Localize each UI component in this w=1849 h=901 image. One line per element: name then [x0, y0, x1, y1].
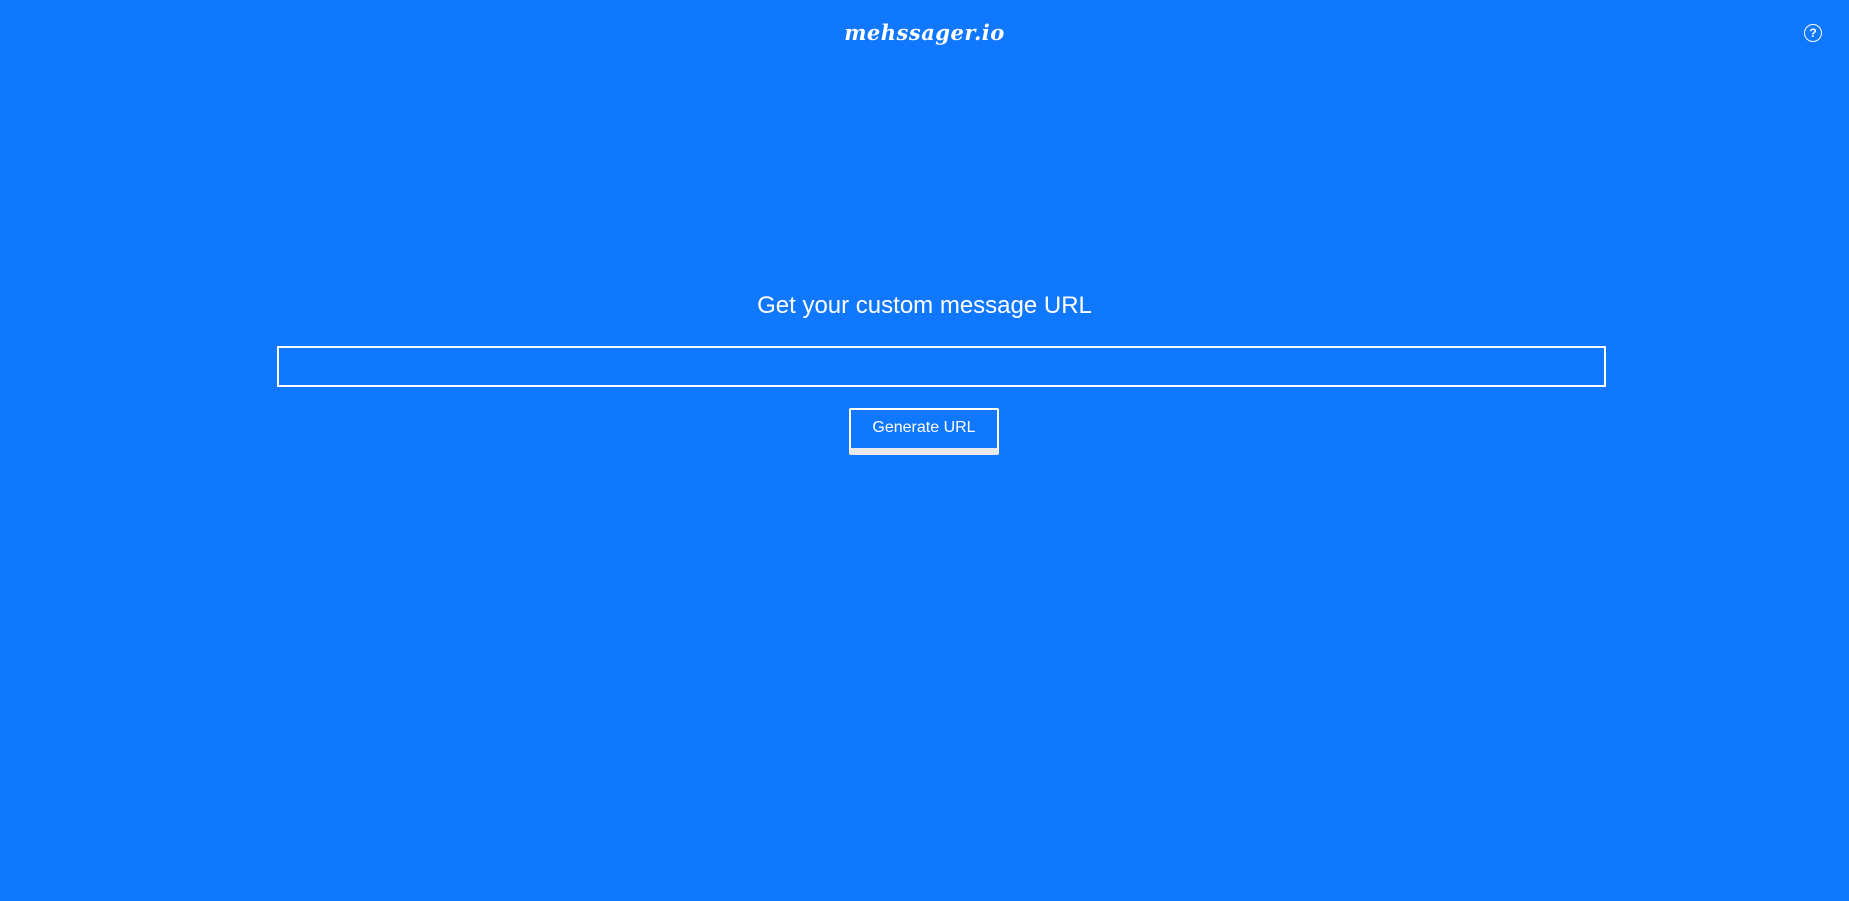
page-heading: Get your custom message URL: [757, 292, 1092, 319]
brand-logo: mehssager.io: [844, 20, 1005, 45]
message-input[interactable]: [277, 346, 1606, 387]
generate-url-button[interactable]: Generate URL: [849, 408, 999, 455]
help-icon[interactable]: ?: [1804, 24, 1822, 42]
question-mark-glyph: ?: [1809, 26, 1817, 40]
